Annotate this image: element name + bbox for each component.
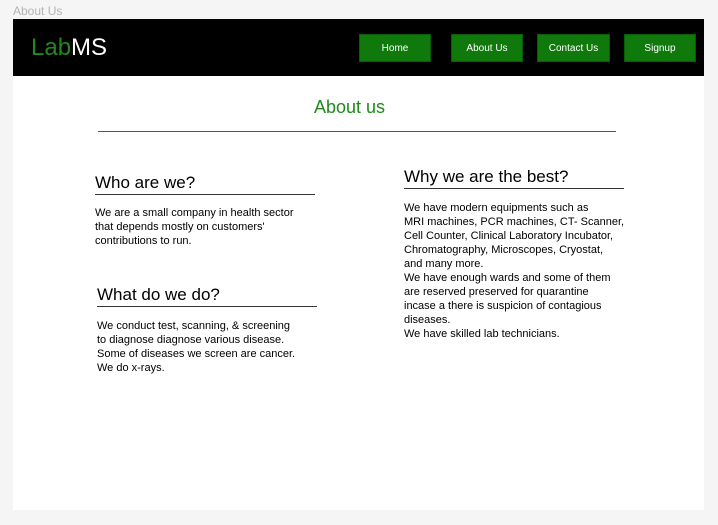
what-heading: What do we do? [97, 285, 220, 304]
logo-lab-text: Lab [31, 34, 72, 61]
nav-home-button[interactable]: Home [359, 34, 431, 62]
nav-about-button[interactable]: About Us [451, 34, 523, 62]
who-divider [95, 194, 315, 195]
what-divider [97, 306, 317, 307]
navbar: LabMS Home About Us Contact Us Signup [13, 19, 704, 76]
why-body: We have modern equipments such as MRI ma… [404, 202, 625, 340]
logo-ms-text: MS [71, 34, 108, 61]
what-body: We conduct test, scanning, & screening t… [97, 320, 296, 374]
who-heading: Who are we? [95, 173, 196, 192]
logo[interactable]: LabMS [31, 34, 107, 62]
frame-label: About Us [13, 4, 63, 18]
why-divider [404, 188, 624, 189]
title-divider [98, 131, 616, 132]
why-heading: Why we are the best? [404, 167, 569, 186]
who-body: We are a small company in health sector … [95, 207, 294, 247]
nav-signup-button[interactable]: Signup [624, 34, 696, 62]
nav-contact-button[interactable]: Contact Us [537, 34, 610, 62]
page-title: About us [313, 97, 386, 117]
about-page: LabMS Home About Us Contact Us Signup Ab… [13, 19, 704, 510]
